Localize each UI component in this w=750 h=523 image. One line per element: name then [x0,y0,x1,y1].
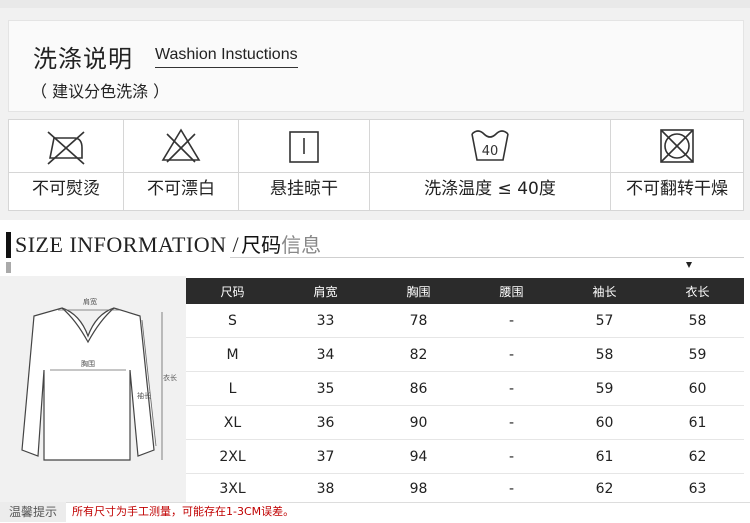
wash-temp-text: 40 [482,144,499,159]
table-header-row: 尺码 肩宽 胸围 腰围 袖长 衣长 [186,278,744,304]
cell: 37 [316,448,335,465]
cell: 62 [688,448,707,465]
size-title-en: SIZE INFORMATION / [15,232,240,257]
care-item-hang-dry: 悬挂晾干 [239,120,370,210]
header-bust: 胸围 [406,284,431,299]
cell: 60 [595,414,614,431]
diagram-label-length: 衣长 [163,373,177,382]
cell: 34 [316,346,335,363]
care-item-wash-40: 40 洗涤温度 ≤ 40度 [370,120,611,210]
cell: 38 [316,481,335,497]
cell: 60 [688,380,707,397]
cell: 94 [409,448,428,465]
cell: - [508,380,515,397]
care-divider [9,172,123,173]
table-row: 3XL 38 98 - 62 63 [186,474,744,505]
header-length: 衣长 [685,284,710,299]
care-item-no-iron: 不可熨烫 [9,120,124,210]
cell: 36 [316,414,335,431]
cell: 58 [595,346,614,363]
care-divider [239,172,369,173]
care-label: 不可熨烫 [32,179,100,199]
cell: 86 [409,380,428,397]
title-bar [6,232,11,258]
cell: - [508,481,515,497]
diagram-label-shoulder: 肩宽 [83,297,97,306]
garment-diagram-panel: 肩宽 胸围 袖长 衣长 [0,276,186,502]
no-tumble-dry-icon [660,129,694,163]
care-item-no-tumble-dry: 不可翻转干燥 [611,120,743,210]
cell: 59 [688,346,707,363]
header-shoulder: 肩宽 [313,284,338,299]
wash-title: 洗涤说明 [33,45,133,73]
care-divider [611,172,743,173]
cell: 61 [595,448,614,465]
top-strip [0,0,750,8]
wash-header: 洗涤说明 Washion Instuctions （ 建议分色洗涤 ） [8,20,744,112]
cell: 78 [409,312,428,329]
cell: 63 [688,481,707,497]
size-section-title: SIZE INFORMATION / 尺码 信息 [6,230,321,258]
tip-text: 所有尺寸为手工测量，可能存在1-3CM误差。 [72,505,295,518]
cell: 90 [409,414,428,431]
cell: 58 [688,312,707,329]
care-label: 悬挂晾干 [270,179,338,199]
table-row: 2XL 37 94 - 61 62 [186,440,744,474]
table-row: L 35 86 - 59 60 [186,372,744,406]
care-divider [124,172,238,173]
cell: M [226,346,239,363]
cell: XL [223,414,242,431]
cell: S [228,312,237,329]
wash-title-en: Washion Instuctions [155,46,298,68]
title-tick-mark [6,262,11,273]
cell: 33 [316,312,335,329]
header-waist: 腰围 [499,284,524,299]
care-label: 洗涤温度 ≤ 40度 [424,179,556,199]
header-size: 尺码 [220,284,245,299]
cell: - [508,312,515,329]
table-row: S 33 78 - 57 58 [186,304,744,338]
size-title-cn-light: 信息 [281,233,322,257]
diagram-label-sleeve: 袖长 [137,391,151,400]
cell: 3XL [219,481,246,497]
care-label: 不可漂白 [147,179,215,199]
care-symbols-row: 不可熨烫 不可漂白 悬挂晾干 40 洗涤温度 ≤ 40度 不可翻转干燥 [8,119,744,211]
wash-subtitle: （ 建议分色洗涤 ） [31,82,170,101]
cell: 61 [688,414,707,431]
wash-instructions-panel: 洗涤说明 Washion Instuctions （ 建议分色洗涤 ） 不可熨烫… [0,8,750,220]
pointer-triangle-icon [686,262,692,268]
diagram-label-bust: 胸围 [81,359,95,368]
size-table: 尺码 肩宽 胸围 腰围 袖长 衣长 S 33 78 - 57 58 M 34 8… [186,278,744,505]
header-sleeve: 袖长 [592,284,617,299]
title-underline [230,257,744,258]
cell: - [508,346,515,363]
care-divider [370,172,610,173]
cell: 62 [595,481,614,497]
cell: 57 [595,312,614,329]
cell: 98 [409,481,428,497]
cell: 82 [409,346,428,363]
cell: 59 [595,380,614,397]
wash-40-icon: 40 [471,130,509,161]
hang-dry-icon [289,131,319,163]
cell: 2XL [219,448,246,465]
cell: L [228,380,237,397]
care-item-no-bleach: 不可漂白 [124,120,239,210]
cell: 35 [316,380,335,397]
care-label: 不可翻转干燥 [626,179,728,199]
no-bleach-icon [161,128,201,163]
cell: - [508,448,515,465]
table-row: M 34 82 - 58 59 [186,338,744,372]
no-iron-icon [47,131,85,165]
table-row: XL 36 90 - 60 61 [186,406,744,440]
size-title-cn: 尺码 [241,233,282,257]
tip-label: 温馨提示 [0,502,66,522]
garment-diagram: 肩宽 胸围 袖长 衣长 [21,297,177,461]
cell: - [508,414,515,431]
